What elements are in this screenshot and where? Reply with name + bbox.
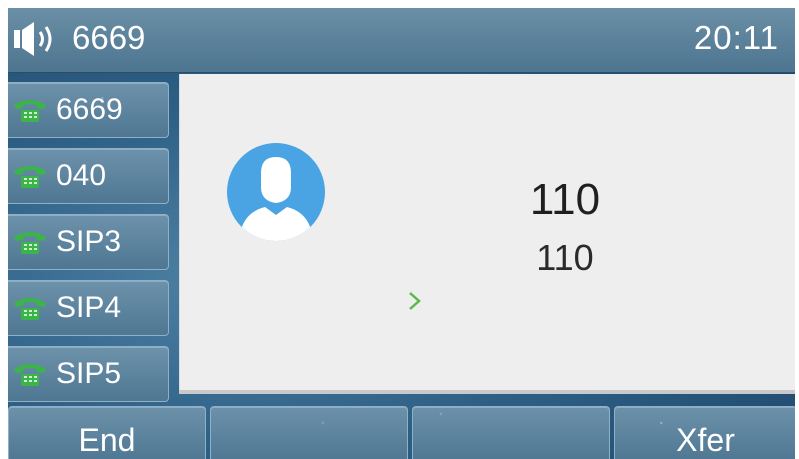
contact-name: 110 — [529, 175, 601, 224]
end-button[interactable]: End — [8, 406, 206, 459]
clock: 20:11 — [693, 19, 779, 56]
line-key-label: 6669 — [56, 93, 123, 126]
call-panel: 110 110 — [179, 74, 795, 394]
line-key-label: 040 — [56, 159, 107, 192]
phone-icon — [14, 364, 46, 386]
softkey-3-button[interactable] — [412, 406, 610, 459]
line-key-sip4[interactable]: SIP4 — [8, 280, 169, 336]
line-key-6669[interactable]: 6669 — [8, 82, 169, 138]
active-line-number: 6669 — [72, 19, 146, 56]
chevron-right-icon — [409, 292, 421, 310]
line-key-sip5[interactable]: SIP5 — [8, 346, 169, 402]
line-key-label: SIP3 — [56, 225, 122, 258]
line-key-label: SIP5 — [56, 357, 122, 390]
contact-number: 110 — [536, 237, 594, 278]
phone-icon — [14, 232, 46, 254]
line-key-040[interactable]: 040 — [8, 148, 169, 204]
softkey-2-button[interactable] — [210, 406, 408, 459]
transfer-button[interactable]: Xfer — [614, 406, 795, 459]
contact-avatar-icon — [227, 143, 325, 241]
phone-icon — [14, 100, 46, 122]
line-key-sip3[interactable]: SIP3 — [8, 214, 169, 270]
phone-screen: 6669 20:11 6669 040 SIP3 SIP4 SIP5 110 1… — [8, 8, 795, 459]
status-bar: 6669 20:11 — [8, 8, 795, 73]
phone-icon — [14, 298, 46, 320]
line-key-label: SIP4 — [56, 291, 122, 324]
speakerphone-icon — [14, 22, 52, 56]
phone-icon — [14, 166, 46, 188]
